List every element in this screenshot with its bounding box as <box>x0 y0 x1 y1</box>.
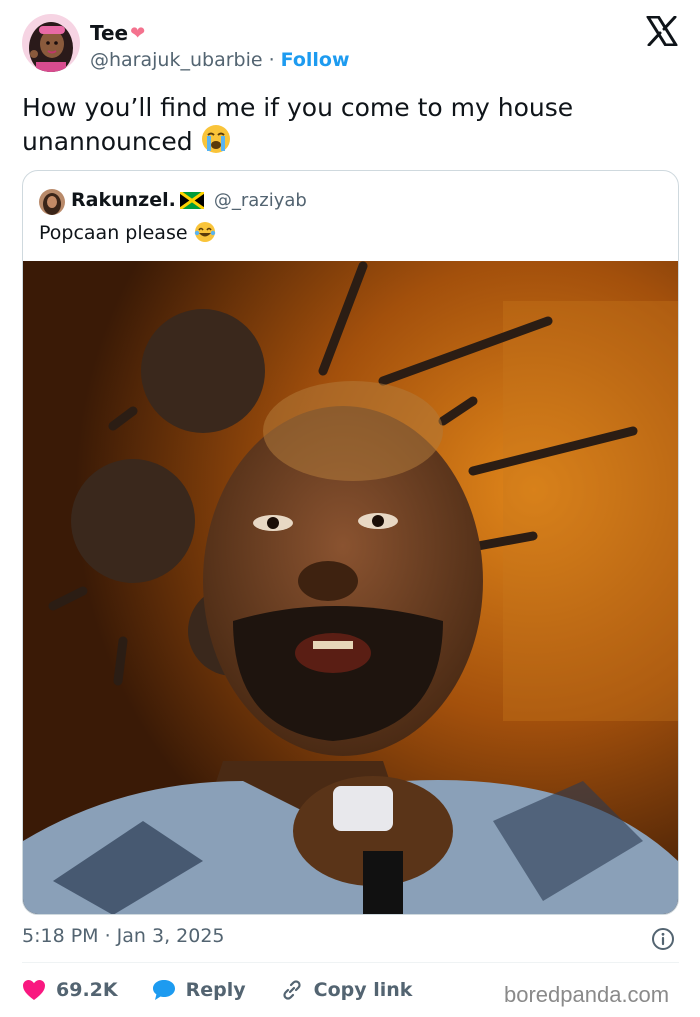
link-icon <box>280 978 304 1002</box>
reply-label: Reply <box>185 979 246 1001</box>
copy-link-label: Copy link <box>313 979 413 1001</box>
quoted-tweet[interactable]: Rakunzel. @_raziyab Popcaan please <box>22 170 679 915</box>
quoted-photo[interactable] <box>23 261 678 914</box>
author-display-name[interactable]: Tee ❤ <box>90 21 145 45</box>
quoted-author-name[interactable]: Rakunzel. @_raziyab <box>71 189 307 211</box>
tears-of-joy-emoji <box>194 221 216 248</box>
quoted-author-handle: @_raziyab <box>213 189 307 211</box>
info-icon[interactable] <box>651 927 675 951</box>
tweet-actions: 69.2K Reply Copy link <box>22 975 446 1005</box>
tweet-text: How you’ll find me if you come to my hou… <box>22 92 662 162</box>
crying-face-emoji <box>201 124 231 162</box>
quoted-tweet-text: Popcaan please <box>39 221 216 248</box>
jamaica-flag-icon <box>179 191 204 209</box>
separator-dot: · <box>268 49 275 71</box>
speech-bubble-icon <box>152 979 176 1001</box>
author-avatar[interactable] <box>22 14 80 72</box>
tweet-card: Tee ❤ @harajuk_ubarbie · Follow How you’… <box>0 0 700 1017</box>
heart-icon <box>22 979 46 1001</box>
copy-link-button[interactable]: Copy link <box>280 978 413 1002</box>
heart-emoji: ❤ <box>130 22 146 44</box>
quoted-author-avatar[interactable] <box>39 189 65 215</box>
boredpanda-watermark: boredpanda.com <box>504 982 670 1007</box>
footer-divider <box>22 962 679 963</box>
tweet-timestamp[interactable]: 5:18 PM · Jan 3, 2025 <box>22 925 225 947</box>
like-count: 69.2K <box>56 979 118 1001</box>
x-logo-icon[interactable] <box>646 15 678 47</box>
follow-button[interactable]: Follow <box>281 49 350 71</box>
author-handle-row: @harajuk_ubarbie · Follow <box>90 49 350 71</box>
author-handle[interactable]: @harajuk_ubarbie <box>90 49 263 71</box>
reply-button[interactable]: Reply <box>152 979 246 1001</box>
like-button[interactable]: 69.2K <box>22 979 118 1001</box>
